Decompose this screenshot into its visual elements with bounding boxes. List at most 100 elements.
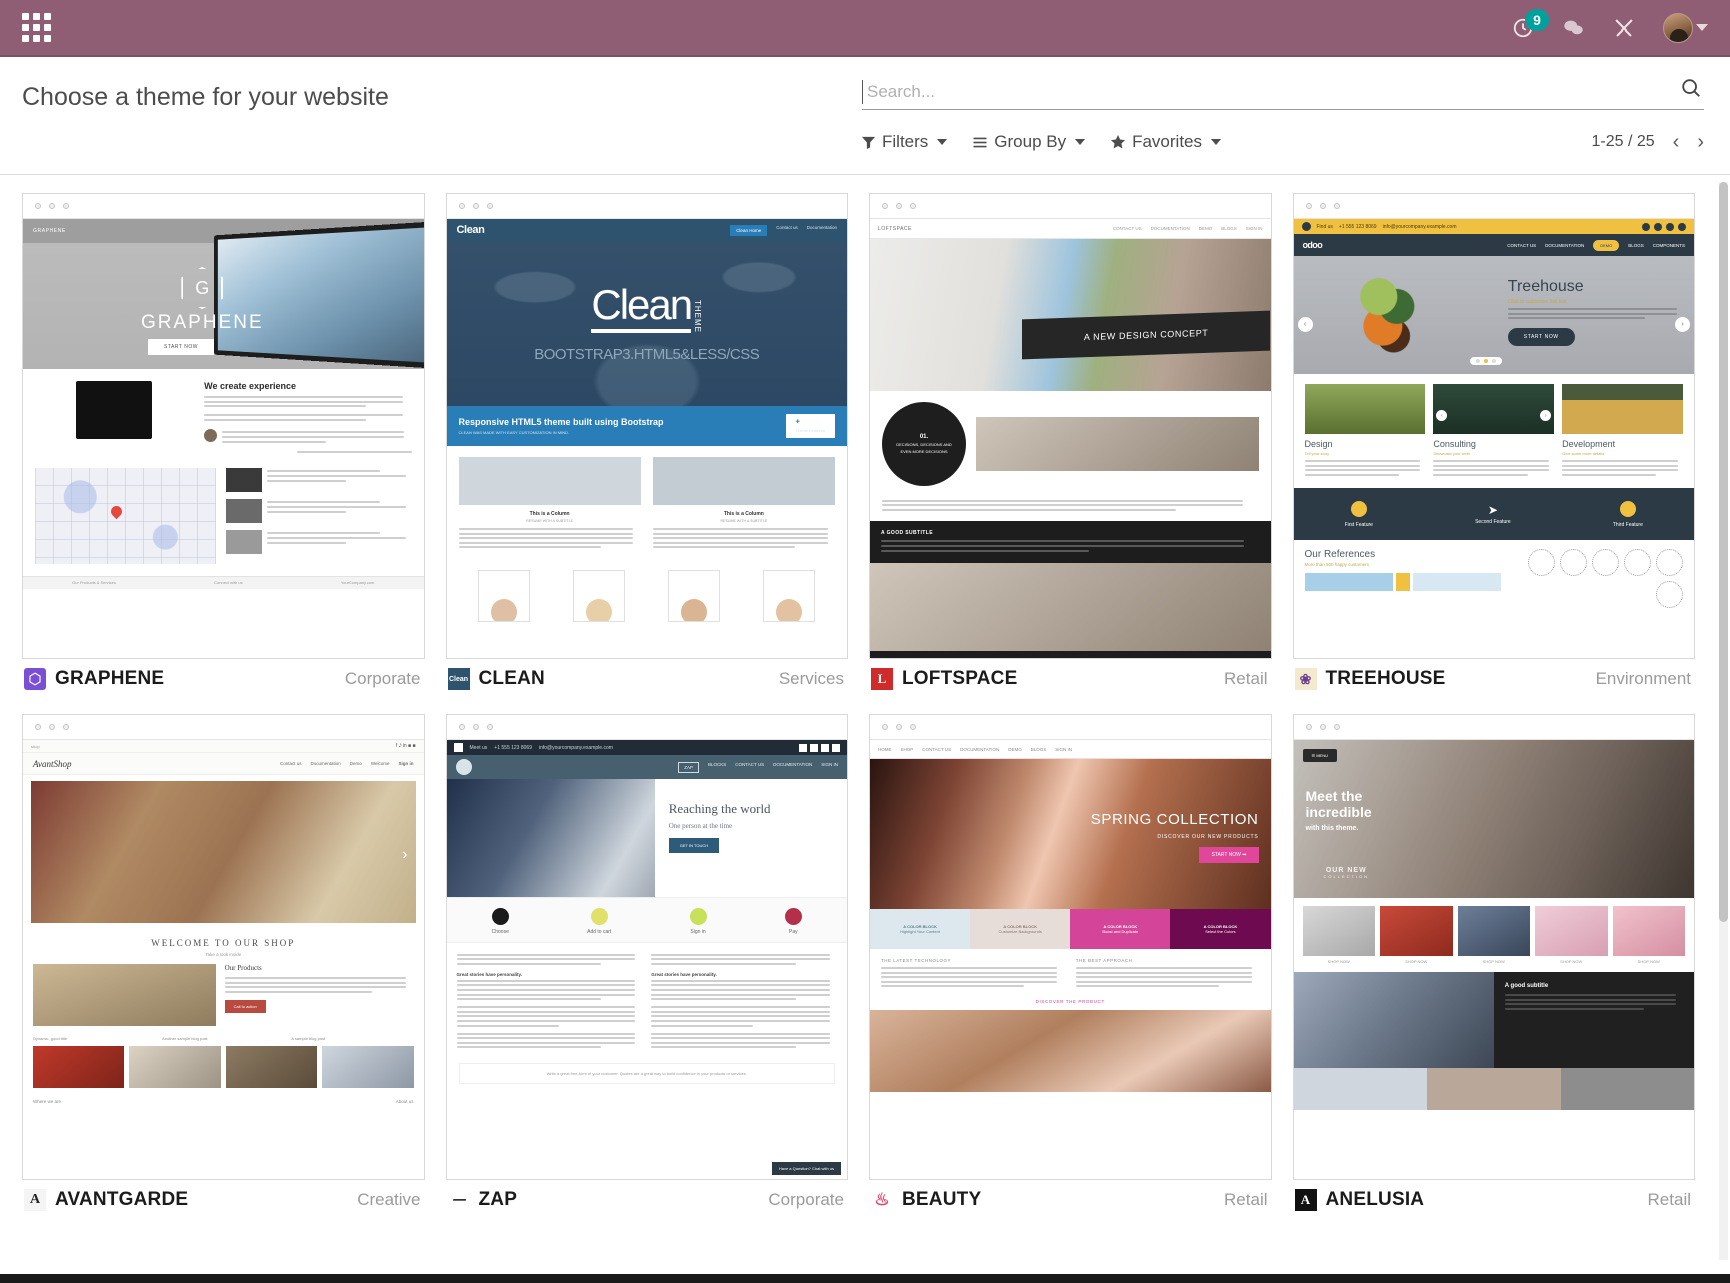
chat-bubble-icon[interactable]: [1562, 17, 1585, 39]
hexagon-logo-icon: G: [181, 267, 224, 309]
hero-subtitle: Click to customize this text: [1507, 299, 1567, 305]
apps-grid-icon[interactable]: [22, 13, 51, 42]
caption: Dynamic, good title: [33, 1036, 68, 1041]
groupby-label: Group By: [994, 132, 1067, 151]
filter-row: Filters Group By Favorites 1-25 / 25 ‹ ›: [862, 132, 1704, 152]
theme-card-beauty[interactable]: HOME SHOP CONTACT US DOCUMENTATION DEMO …: [865, 714, 1289, 1235]
theme-card-treehouse[interactable]: Find us +1 555 123 8069 info@yourcompany…: [1289, 193, 1713, 714]
hero-title-line3: with this theme.: [1305, 825, 1359, 833]
theme-name: TREEHOUSE: [1325, 668, 1446, 689]
theme-category: Corporate: [768, 1190, 844, 1209]
column-subtitle: Give some more details: [1562, 451, 1605, 456]
chevron-left-icon[interactable]: ‹: [1673, 132, 1680, 152]
theme-name: LOFTSPACE: [902, 668, 1018, 689]
product-label: SHOP NOW: [1637, 959, 1660, 964]
nav-link: CONTACT US: [922, 746, 952, 752]
feature-label: Third Feature: [1612, 521, 1643, 528]
preview-brand: GRAPHENE: [33, 228, 66, 234]
nav-link: CONTACT US: [1112, 226, 1142, 231]
theme-preview[interactable]: Meet us +1 555 123 8069 info@yourcompany…: [445, 714, 848, 1180]
user-menu[interactable]: [1663, 12, 1708, 43]
theme-preview[interactable]: ☰ MENU Meet the incredible with this the…: [1292, 714, 1695, 1180]
topbar-place: Meet us: [469, 744, 488, 751]
footer-item: Connect with us: [214, 580, 243, 586]
tools-wrench-icon[interactable]: [1613, 17, 1635, 39]
theme-card-loftspace[interactable]: LOFTSPACE CONTACT US DOCUMENTATION DEMO …: [865, 193, 1289, 714]
clock-activity-icon[interactable]: 9: [1512, 8, 1549, 39]
nav-link: DEMO: [1593, 239, 1620, 251]
chevron-right-icon[interactable]: ›: [1697, 132, 1704, 152]
search-icon[interactable]: [1678, 77, 1704, 104]
vertical-scrollbar[interactable]: [1719, 182, 1728, 1260]
caption: A sample blog post: [291, 1036, 326, 1041]
theme-name: CLEAN: [478, 668, 545, 689]
call-to-action-button: Call to action: [224, 1000, 266, 1014]
product-label: SHOP NOW: [1327, 959, 1350, 964]
theme-label-row: Clean CLEAN Services: [446, 668, 849, 690]
hero-subtitle: BOOTSTRAP3.HTML5&LESS/CSS: [534, 346, 760, 363]
search-row: [862, 77, 1704, 110]
theme-card-avantgarde[interactable]: shop f 𝅘𝅥𝅯 in ■ ■ AvantShop Contact us Docu…: [18, 714, 442, 1235]
theme-label-row: ⏤ ZAP Corporate: [446, 1189, 849, 1211]
kanban-row: GRAPHENE HOME CONTACT US DOCUMENTATION D…: [18, 193, 1712, 714]
filters-dropdown[interactable]: Filters: [862, 132, 948, 152]
hero-title-line1: Meet the: [1305, 788, 1363, 804]
favorites-dropdown[interactable]: Favorites: [1111, 132, 1222, 152]
theme-preview[interactable]: shop f 𝅘𝅥𝅯 in ■ ■ AvantShop Contact us Docu…: [22, 714, 425, 1180]
theme-card-anelusia[interactable]: ☰ MENU Meet the incredible with this the…: [1289, 714, 1713, 1235]
theme-card-clean[interactable]: Clean Clean Home Contact us Documentatio…: [442, 193, 866, 714]
nav-link: COMPONENTS: [1652, 242, 1685, 248]
theme-card-graphene[interactable]: GRAPHENE HOME CONTACT US DOCUMENTATION D…: [18, 193, 442, 714]
theme-logo-icon: L: [871, 668, 893, 690]
theme-name: ANELUSIA: [1325, 1189, 1425, 1210]
theme-category: Environment: [1595, 669, 1691, 688]
theme-category: Services: [778, 669, 844, 688]
section-title: We create experience: [204, 381, 297, 391]
theme-preview[interactable]: HOME SHOP CONTACT US DOCUMENTATION DEMO …: [869, 714, 1272, 1180]
hero-button: START NOW: [1507, 327, 1575, 346]
lock-icon: [689, 908, 707, 925]
numbered-circle: 01. DECISIONS, DECISIONS AND EVEN MORE D…: [882, 402, 966, 486]
social-icons: f 𝅘𝅥𝅯 in ■ ■: [396, 743, 416, 749]
column-subtitle: Showcase your work: [1433, 451, 1471, 456]
search-input[interactable]: [862, 80, 1678, 104]
browser-chrome: [1293, 194, 1694, 219]
theme-name: GRAPHENE: [55, 668, 165, 689]
carousel-prev-icon: ‹: [1297, 317, 1313, 333]
nav-link: DEMO: [1198, 226, 1213, 231]
avatar: [1663, 12, 1693, 43]
paypal-icon: [784, 908, 802, 925]
nav-link: Documentation: [806, 224, 837, 230]
strip-subtitle: CLEAN WAS MADE WITH EASY CUSTOMIZATION I…: [458, 430, 570, 435]
color-block-sub: Boost and Duplicate: [1102, 929, 1139, 934]
theme-logo-icon: A: [24, 1189, 46, 1211]
column-subtitle: Tell your story: [1304, 451, 1330, 456]
search-area: Filters Group By Favorites 1-25 / 25 ‹ ›: [862, 77, 1704, 152]
theme-category: Retail: [1224, 669, 1268, 688]
hero-subtitle: One person at the time: [668, 822, 733, 830]
theme-preview[interactable]: Find us +1 555 123 8069 info@yourcompany…: [1292, 193, 1695, 659]
star-icon: [1111, 135, 1126, 149]
pager: 1-25 / 25 ‹ ›: [1592, 132, 1705, 152]
color-block-sub: Select the Colors: [1205, 929, 1236, 934]
theme-category: Retail: [1647, 1190, 1691, 1209]
scrollbar-thumb[interactable]: [1719, 182, 1728, 922]
column-subtitle: RESUME WITH A SUBTITLE: [720, 519, 768, 523]
bottom-strip: [0, 1274, 1730, 1283]
theme-kanban-grid[interactable]: GRAPHENE HOME CONTACT US DOCUMENTATION D…: [0, 175, 1730, 1273]
theme-preview[interactable]: Clean Clean Home Contact us Documentatio…: [445, 193, 848, 659]
caption: Another sample blog post: [162, 1036, 208, 1041]
feature-icon: [1350, 500, 1367, 517]
products-title: Our Products: [224, 964, 262, 972]
carousel-dots: [1469, 357, 1502, 365]
theme-card-zap[interactable]: Meet us +1 555 123 8069 info@yourcompany…: [442, 714, 866, 1235]
groupby-dropdown[interactable]: Group By: [973, 132, 1086, 152]
pager-count: 1-25 / 25: [1591, 133, 1655, 150]
theme-preview[interactable]: GRAPHENE HOME CONTACT US DOCUMENTATION D…: [22, 193, 425, 659]
browser-chrome: [870, 715, 1271, 740]
theme-label-row: ❀ TREEHOUSE Environment: [1293, 668, 1696, 690]
nav-link: CONTACT US: [735, 761, 765, 767]
hero-button: GET IN TOUCH: [668, 838, 720, 853]
theme-preview[interactable]: LOFTSPACE CONTACT US DOCUMENTATION DEMO …: [869, 193, 1272, 659]
theme-logo-icon: [24, 668, 46, 690]
